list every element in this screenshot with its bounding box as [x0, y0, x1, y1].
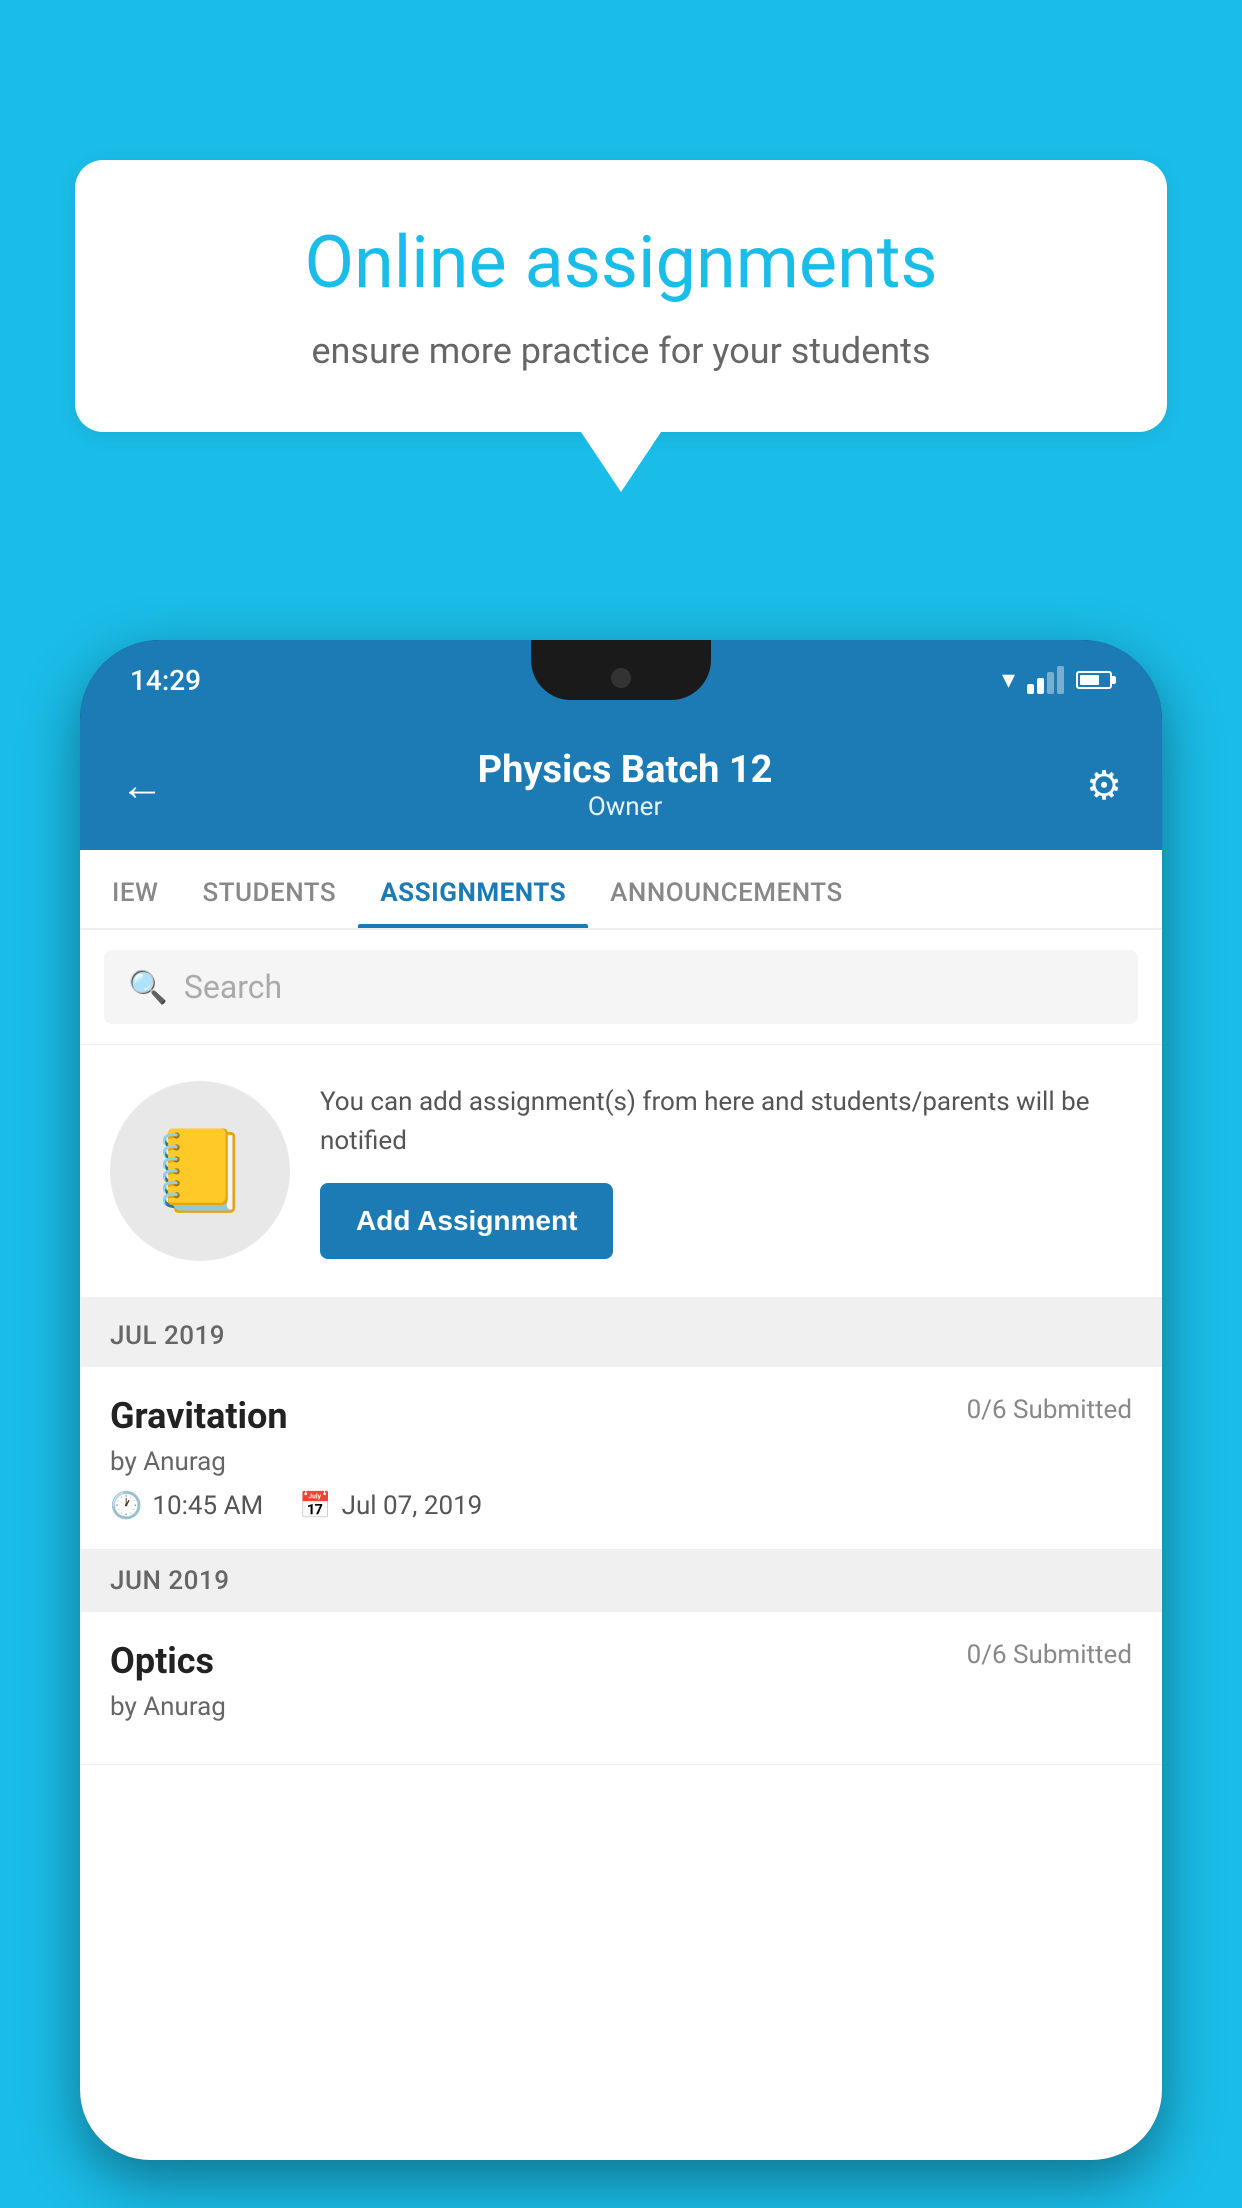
search-container: 🔍 Search: [80, 930, 1162, 1045]
phone-screen: ← Physics Batch 12 Owner ⚙ IEW STUDENTS …: [80, 720, 1162, 2160]
calendar-icon: 📅: [299, 1491, 331, 1521]
tabs-bar: IEW STUDENTS ASSIGNMENTS ANNOUNCEMENTS: [80, 850, 1162, 930]
assignment-row-top-optics: Optics 0/6 Submitted: [110, 1640, 1132, 1682]
phone-wrapper: 14:29 ▾ ←: [80, 640, 1162, 2208]
assignment-author: by Anurag: [110, 1447, 1132, 1477]
speech-bubble-container: Online assignments ensure more practice …: [75, 160, 1167, 492]
section-header-jul: JUL 2019: [80, 1305, 1162, 1367]
search-icon: 🔍: [128, 968, 168, 1006]
signal-icon: [1027, 666, 1064, 694]
speech-bubble-subtitle: ensure more practice for your students: [145, 330, 1097, 372]
phone-frame: 14:29 ▾ ←: [80, 640, 1162, 2160]
assignment-name-optics: Optics: [110, 1640, 214, 1682]
meta-time: 🕐 10:45 AM: [110, 1491, 263, 1521]
speech-bubble: Online assignments ensure more practice …: [75, 160, 1167, 432]
assignment-name: Gravitation: [110, 1395, 288, 1437]
assignment-meta: 🕐 10:45 AM 📅 Jul 07, 2019: [110, 1491, 1132, 1521]
speech-bubble-tail: [581, 432, 661, 492]
battery-icon: [1076, 671, 1112, 689]
wifi-icon: ▾: [1002, 665, 1015, 695]
app-header: ← Physics Batch 12 Owner ⚙: [80, 720, 1162, 850]
header-title-group: Physics Batch 12 Owner: [478, 748, 773, 822]
assignment-promo: 📒 You can add assignment(s) from here an…: [80, 1045, 1162, 1305]
promo-icon-circle: 📒: [110, 1081, 290, 1261]
status-icons: ▾: [1002, 665, 1112, 695]
settings-icon[interactable]: ⚙: [1086, 762, 1122, 809]
header-subtitle: Owner: [478, 792, 773, 822]
search-bar[interactable]: 🔍 Search: [104, 950, 1138, 1024]
speech-bubble-title: Online assignments: [145, 220, 1097, 306]
tab-assignments[interactable]: ASSIGNMENTS: [358, 850, 588, 928]
notch: [531, 640, 711, 700]
assignment-author-optics: by Anurag: [110, 1692, 1132, 1722]
promo-text: You can add assignment(s) from here and …: [320, 1083, 1132, 1161]
header-title: Physics Batch 12: [478, 748, 773, 792]
promo-content: You can add assignment(s) from here and …: [320, 1083, 1132, 1259]
assignment-submitted: 0/6 Submitted: [967, 1395, 1132, 1425]
notebook-icon: 📒: [150, 1124, 250, 1218]
tab-announcements[interactable]: ANNOUNCEMENTS: [588, 850, 865, 928]
tab-iew[interactable]: IEW: [90, 850, 180, 928]
back-button[interactable]: ←: [120, 763, 164, 807]
assignment-time: 10:45 AM: [152, 1491, 263, 1521]
clock-icon: 🕐: [110, 1491, 142, 1521]
assignment-row-top: Gravitation 0/6 Submitted: [110, 1395, 1132, 1437]
assignment-submitted-optics: 0/6 Submitted: [967, 1640, 1132, 1670]
status-time: 14:29: [130, 664, 201, 697]
tab-students[interactable]: STUDENTS: [180, 850, 358, 928]
assignment-item-optics[interactable]: Optics 0/6 Submitted by Anurag: [80, 1612, 1162, 1765]
search-input[interactable]: Search: [184, 968, 282, 1006]
status-bar: 14:29 ▾: [80, 640, 1162, 720]
camera-dot: [611, 668, 631, 688]
assignment-item-gravitation[interactable]: Gravitation 0/6 Submitted by Anurag 🕐 10…: [80, 1367, 1162, 1550]
assignment-date: Jul 07, 2019: [342, 1491, 483, 1521]
section-header-jun: JUN 2019: [80, 1550, 1162, 1612]
meta-date: 📅 Jul 07, 2019: [299, 1491, 482, 1521]
add-assignment-button[interactable]: Add Assignment: [320, 1183, 613, 1259]
